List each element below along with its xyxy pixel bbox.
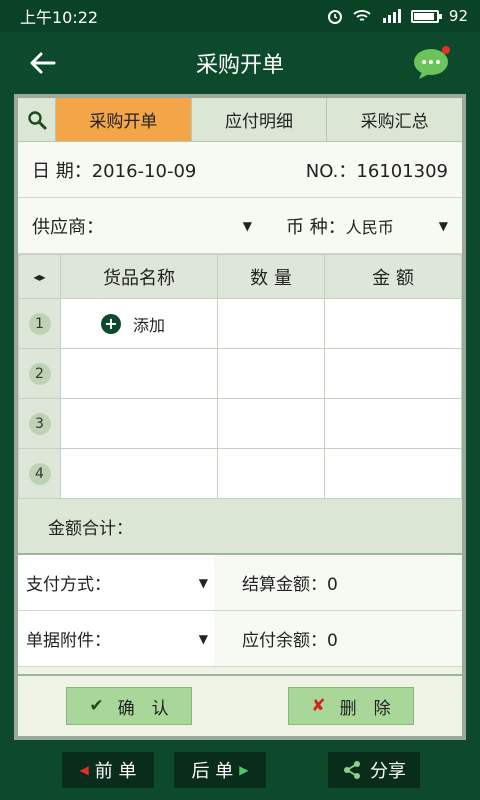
plus-circle-icon: + <box>101 313 121 334</box>
quantity-cell[interactable] <box>217 298 325 349</box>
title-bar: 采购开单 <box>0 32 480 94</box>
settlement-value: 0 <box>327 575 338 595</box>
add-item-label: 添加 <box>133 315 166 335</box>
settlement-label: 结算金额： <box>242 575 327 595</box>
next-order-button[interactable]: 后 单 ▶ <box>174 752 266 788</box>
quantity-cell[interactable] <box>217 348 325 399</box>
tab-purchase-order[interactable]: 采购开单 <box>56 98 192 141</box>
previous-order-label: 前 单 <box>94 761 137 782</box>
confirm-button[interactable]: ✔ 确 认 <box>66 687 192 725</box>
item-name-cell[interactable] <box>60 398 218 449</box>
order-form-card: 采购开单 应付明细 采购汇总 日 期：2016-10-09 NO.：161013… <box>14 94 466 740</box>
next-order-label: 后 单 <box>191 761 234 782</box>
action-buttons: ✔ 确 认 ✘ 删 除 <box>18 674 462 736</box>
item-table: ◂▸ 货品名称 数 量 金 额 1 + 添加 2 3 4 <box>18 254 462 499</box>
total-amount-label: 金额合计： <box>48 518 133 539</box>
share-label: 分享 <box>370 761 406 782</box>
currency-label: 币 种： <box>286 216 346 238</box>
row-index: 4 <box>28 462 51 485</box>
order-number: NO.：16101309 <box>306 157 448 183</box>
item-name-cell[interactable]: + 添加 <box>60 298 218 349</box>
previous-order-button[interactable]: ◀ 前 单 <box>62 752 154 788</box>
order-number-label: NO.： <box>305 160 357 182</box>
row-index: 1 <box>28 312 51 335</box>
attachment-select[interactable]: 单据附件： ▼ <box>18 611 214 666</box>
signal-icon <box>382 9 401 23</box>
triangle-right-icon: ▶ <box>239 763 249 777</box>
date-value: 2016-10-09 <box>91 160 197 182</box>
amount-cell[interactable] <box>324 298 462 349</box>
quantity-cell[interactable] <box>217 398 325 449</box>
payment-row: 支付方式： ▼ 结算金额：0 <box>18 555 462 611</box>
balance-due: 应付余额：0 <box>214 626 338 651</box>
tab-bar: 采购开单 应付明细 采购汇总 <box>18 98 463 142</box>
add-item-button[interactable]: + 添加 <box>61 312 217 336</box>
table-row: 2 <box>18 348 462 399</box>
payment-method-select[interactable]: 支付方式： ▼ <box>18 555 214 610</box>
item-name-cell[interactable] <box>60 348 218 399</box>
delete-button[interactable]: ✘ 删 除 <box>288 687 414 725</box>
table-row: 1 + 添加 <box>18 298 462 349</box>
supplier-select[interactable]: 供应商： ▼ <box>32 213 252 239</box>
item-name-cell[interactable] <box>60 448 218 499</box>
chevron-down-icon: ▼ <box>198 575 208 590</box>
column-toggle-icon[interactable]: ◂▸ <box>18 254 61 299</box>
chevron-down-icon: ▼ <box>198 631 208 646</box>
check-icon: ✔ <box>89 696 104 716</box>
search-icon <box>27 110 46 129</box>
supplier-label: 供应商： <box>32 216 104 238</box>
row-index: 3 <box>28 412 51 435</box>
triangle-left-icon: ◀ <box>79 763 89 777</box>
arrow-left-icon[interactable] <box>28 48 58 78</box>
status-icons: 92 <box>327 7 468 25</box>
bottom-bar: ◀ 前 单 后 单 ▶ 分享 <box>0 740 480 800</box>
supplier-row: 供应商： ▼ 币 种： 人民币 ▼ <box>18 198 462 254</box>
tab-search[interactable] <box>18 98 56 141</box>
chevron-down-icon: ▼ <box>242 218 252 233</box>
quantity-cell[interactable] <box>217 448 325 499</box>
battery-level: 92 <box>448 7 468 25</box>
settlement-amount: 结算金额：0 <box>214 570 338 595</box>
share-icon <box>344 761 360 779</box>
total-amount-row: 金额合计： <box>18 499 462 555</box>
currency-select[interactable]: 币 种： 人民币 ▼ <box>286 213 448 239</box>
date-label: 日 期： <box>32 160 92 182</box>
attachment-label: 单据附件： <box>26 631 111 651</box>
status-time: 上午10:22 <box>20 8 99 27</box>
battery-fill <box>413 12 435 20</box>
amount-cell[interactable] <box>324 448 462 499</box>
wifi-icon <box>353 10 371 21</box>
confirm-label: 确 认 <box>117 698 169 719</box>
chat-bubble-icon[interactable] <box>412 46 452 80</box>
date-field[interactable]: 日 期：2016-10-09 <box>32 157 306 183</box>
amount-cell[interactable] <box>324 348 462 399</box>
table-row: 4 <box>18 448 462 499</box>
chevron-down-icon: ▼ <box>438 218 448 233</box>
order-number-value: 16101309 <box>356 160 448 182</box>
attachment-row: 单据附件： ▼ 应付余额：0 <box>18 611 462 667</box>
share-button[interactable]: 分享 <box>328 752 420 788</box>
delete-label: 删 除 <box>339 698 391 719</box>
page-title: 采购开单 <box>195 53 284 78</box>
balance-value: 0 <box>327 631 338 651</box>
date-row: 日 期：2016-10-09 NO.：16101309 <box>18 142 462 198</box>
amount-cell[interactable] <box>324 398 462 449</box>
tab-purchase-summary[interactable]: 采购汇总 <box>327 98 463 141</box>
column-header-quantity: 数 量 <box>217 254 325 299</box>
payment-method-label: 支付方式： <box>26 575 111 595</box>
column-header-amount: 金 额 <box>324 254 462 299</box>
currency-value: 人民币 <box>345 217 394 237</box>
table-header: ◂▸ 货品名称 数 量 金 额 <box>18 254 462 299</box>
alarm-icon <box>327 10 342 24</box>
column-header-name: 货品名称 <box>60 254 218 299</box>
battery-icon <box>410 9 442 23</box>
cross-icon: ✘ <box>311 696 326 716</box>
status-bar: 上午10:22 92 <box>0 0 480 32</box>
balance-label: 应付余额： <box>242 631 327 651</box>
table-row: 3 <box>18 398 462 449</box>
row-index: 2 <box>28 362 51 385</box>
tab-payables-detail[interactable]: 应付明细 <box>191 98 328 141</box>
